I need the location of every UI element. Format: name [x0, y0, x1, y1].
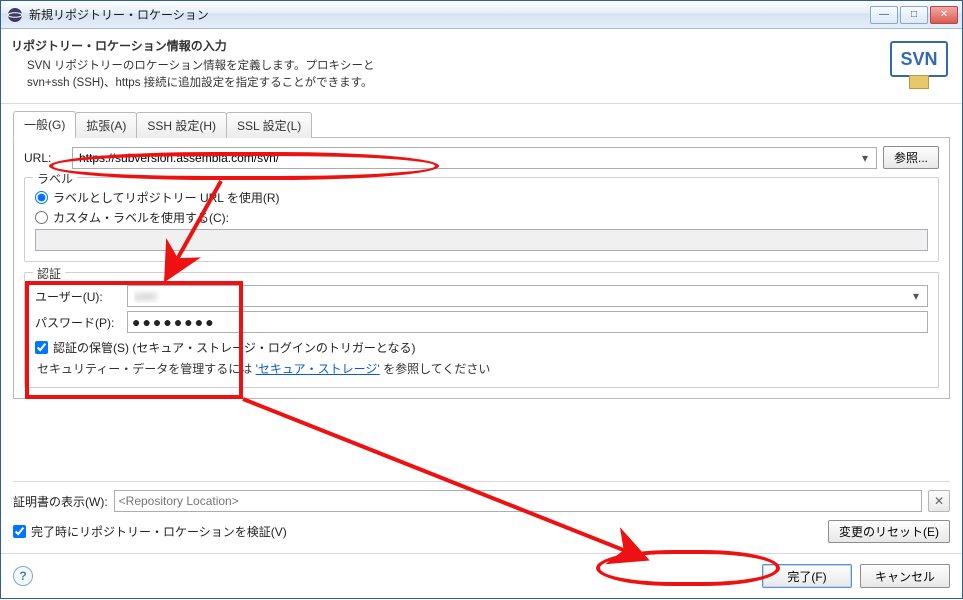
- annotation-arrows: [1, 1, 963, 600]
- tab-general[interactable]: 一般(G): [13, 111, 76, 138]
- dialog-window: 新規リポジトリー・ロケーション — □ ✕ リポジトリー・ロケーション情報の入力…: [0, 0, 963, 599]
